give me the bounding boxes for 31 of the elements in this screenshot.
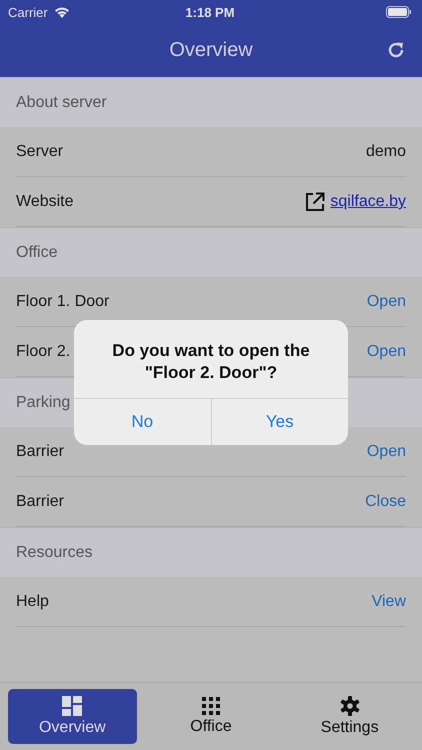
row-label: Server — [16, 143, 64, 161]
action-link[interactable]: Close — [365, 493, 406, 511]
carrier-name: Carrier — [8, 4, 48, 20]
action-link[interactable]: Open — [366, 343, 406, 361]
wifi-icon — [54, 6, 70, 18]
dialog-button[interactable]: Yes — [210, 399, 348, 445]
section-header: Resources — [0, 527, 422, 577]
battery-icon — [386, 6, 412, 18]
status-time: 1:18 PM — [185, 4, 235, 20]
website-link[interactable]: sqilface.by — [330, 193, 406, 211]
tab[interactable]: Overview — [8, 689, 137, 744]
settings-icon — [340, 696, 360, 716]
external-link-icon — [305, 192, 326, 212]
section-header: Office — [0, 227, 422, 277]
section-header: About server — [0, 77, 422, 127]
tab[interactable]: Settings — [285, 689, 414, 744]
action-link[interactable]: Open — [366, 443, 406, 461]
action-link[interactable]: Open — [366, 293, 406, 311]
dashboard-icon — [62, 696, 82, 716]
row-label: Floor 2. — [16, 343, 70, 361]
row-label: Barrier — [16, 493, 64, 511]
row-label: Help — [16, 593, 49, 611]
row-label: Floor 1. Door — [16, 293, 110, 311]
row-value: demo — [366, 143, 406, 161]
screen-title: Overview — [169, 39, 253, 62]
row-label: Barrier — [16, 443, 64, 461]
refresh-icon[interactable] — [387, 41, 405, 59]
tab[interactable]: Office — [146, 689, 276, 744]
action-link[interactable]: View — [372, 593, 406, 611]
row-label: Website — [16, 193, 74, 211]
grid-icon — [202, 697, 220, 715]
